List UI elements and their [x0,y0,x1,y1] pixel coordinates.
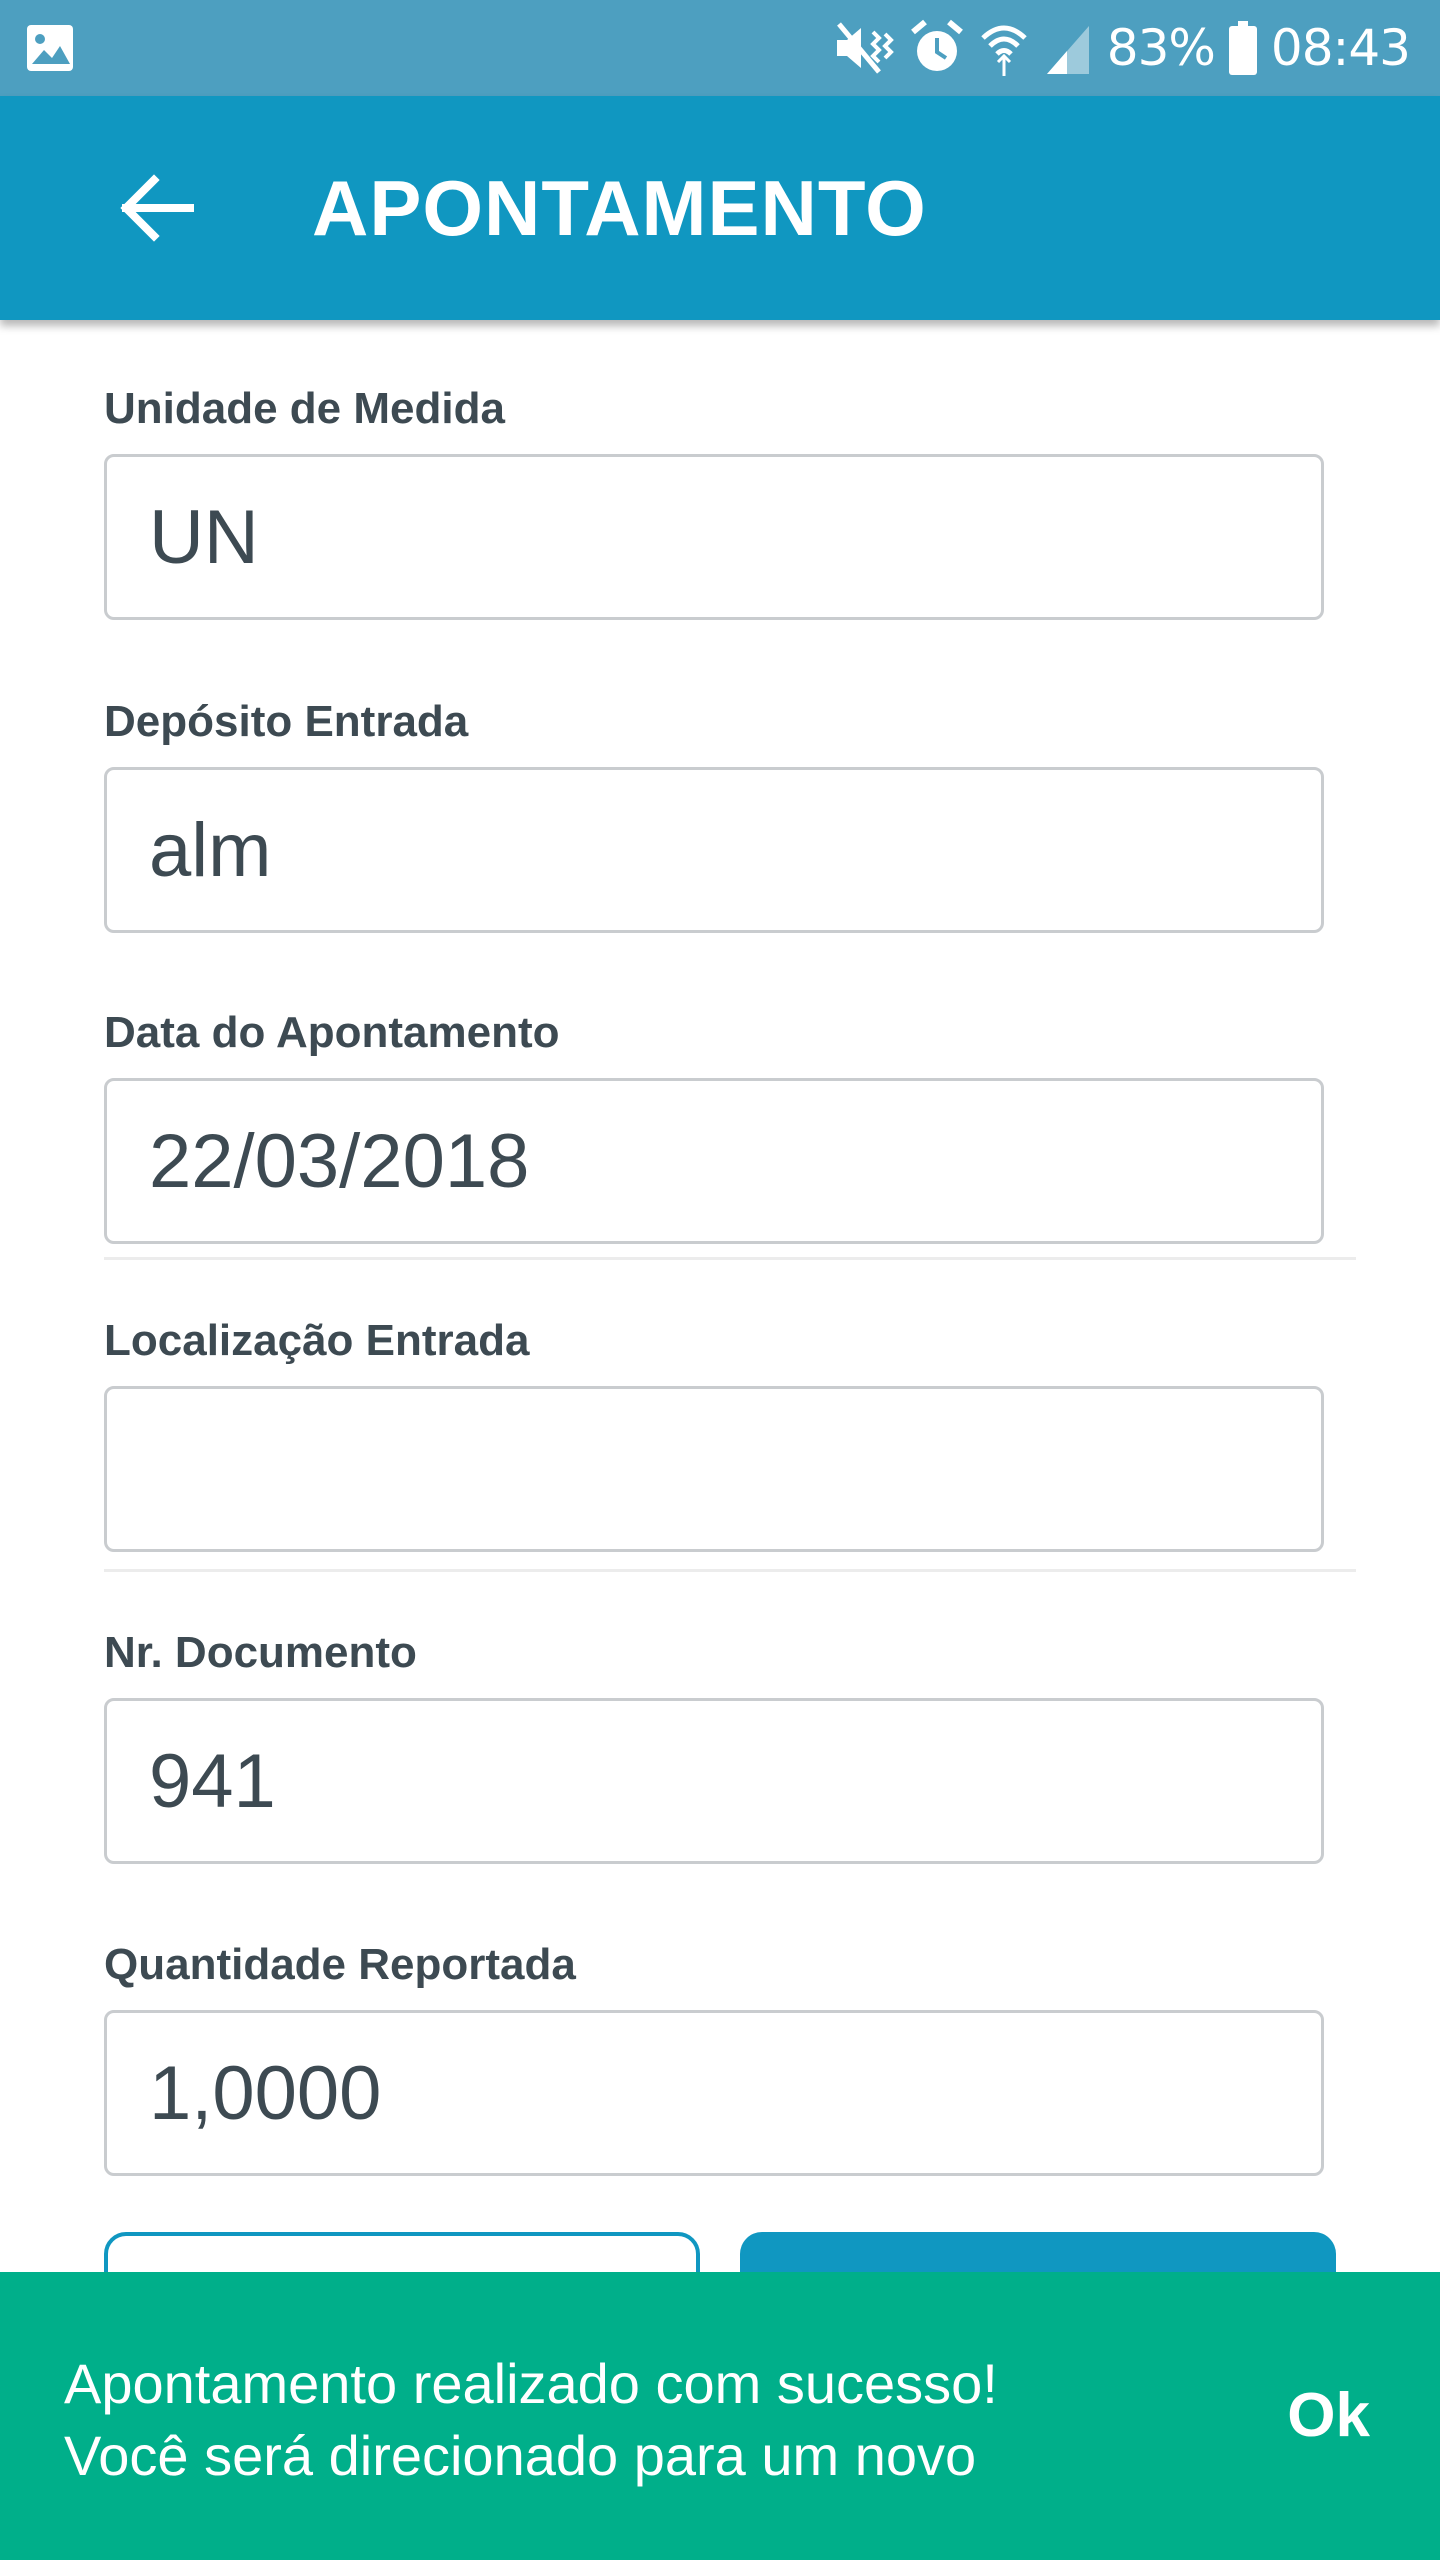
snackbar: Apontamento realizado com sucesso! Você … [0,2272,1440,2560]
deposito-entrada-input[interactable] [104,767,1324,933]
signal-icon [1046,26,1089,74]
back-button[interactable] [96,148,216,268]
battery-icon [1228,21,1257,75]
unidade-medida-input[interactable] [104,454,1324,620]
divider [104,1569,1356,1572]
vibrate-mute-icon [836,22,894,74]
snackbar-message-line: Apontamento realizado com sucesso! [64,2352,998,2415]
divider [104,1257,1356,1260]
status-icons: 83% 08:43 [833,0,1411,96]
app-bar: APONTAMENTO [0,96,1440,320]
alarm-icon [910,19,963,71]
snackbar-message-line: Você será direcionado para um novo [64,2424,977,2487]
page-title: APONTAMENTO [312,164,927,252]
snackbar-message: Apontamento realizado com sucesso! Você … [64,2348,1224,2492]
snackbar-ok-button[interactable]: Ok [1287,2376,1370,2456]
clock: 08:43 [1270,19,1411,77]
battery-percent: 83% [1106,19,1216,77]
field-label: Quantidade Reportada [104,1940,576,1989]
field-label: Nr. Documento [104,1628,417,1677]
data-apontamento-input[interactable] [104,1078,1324,1244]
field-label: Depósito Entrada [104,697,469,746]
nr-documento-input[interactable] [104,1698,1324,1864]
localizacao-entrada-input[interactable] [104,1386,1324,1552]
wifi-icon [981,25,1027,76]
field-label: Unidade de Medida [104,384,505,433]
arrow-left-icon [120,174,194,242]
gallery-icon [27,25,73,71]
quantidade-reportada-input[interactable] [104,2010,1324,2176]
field-label: Data do Apontamento [104,1008,560,1057]
status-bar: 83% 08:43 [0,0,1440,96]
field-label: Localização Entrada [104,1316,530,1365]
